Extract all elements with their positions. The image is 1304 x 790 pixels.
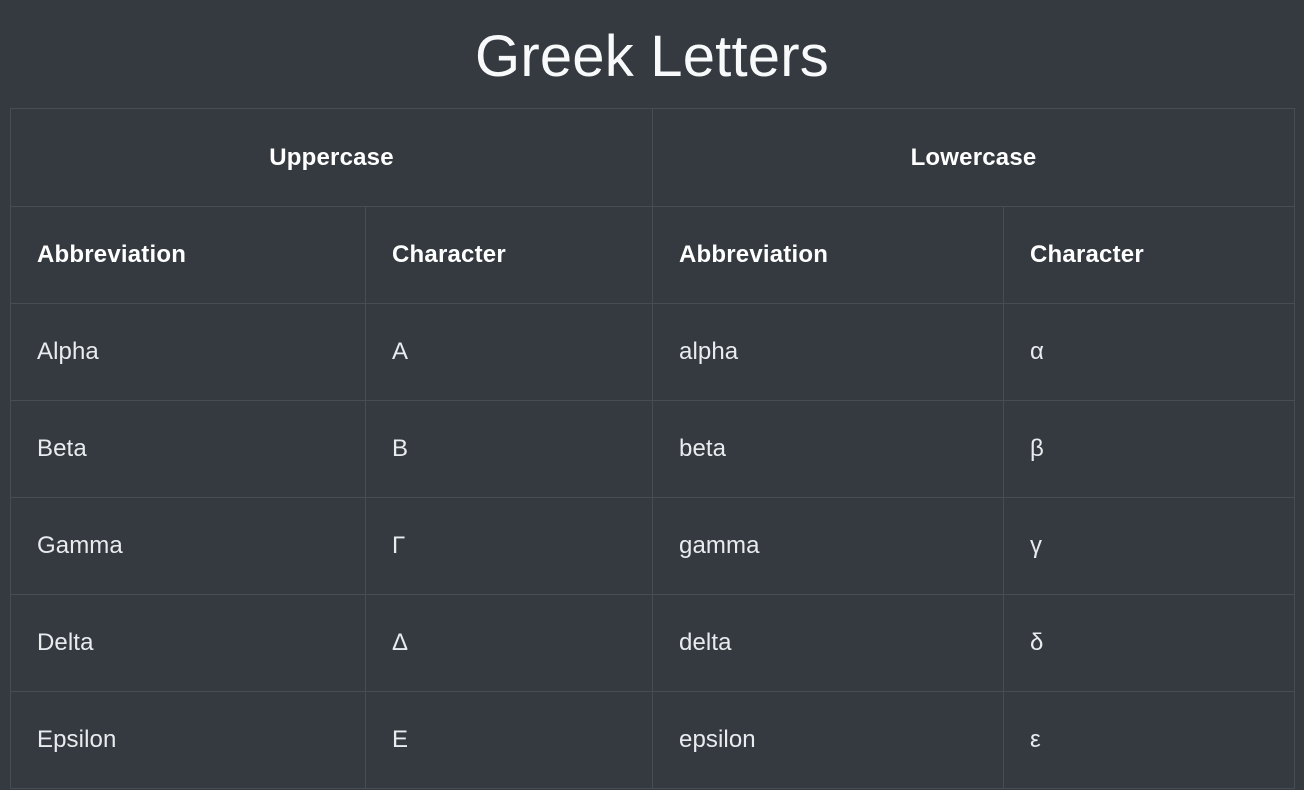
cell-lowercase-abbreviation: gamma bbox=[652, 497, 1004, 595]
column-header-uppercase-abbreviation: Abbreviation bbox=[10, 206, 366, 304]
greek-letters-table: Uppercase Lowercase Abbreviation Charact… bbox=[10, 108, 1295, 789]
cell-lowercase-character: α bbox=[1003, 303, 1295, 401]
cell-lowercase-character: δ bbox=[1003, 594, 1295, 692]
table-row: Gamma Γ gamma γ bbox=[10, 497, 1295, 595]
table-container: Uppercase Lowercase Abbreviation Charact… bbox=[0, 108, 1304, 789]
cell-lowercase-character: ε bbox=[1003, 691, 1295, 789]
group-header-row: Uppercase Lowercase bbox=[10, 108, 1295, 207]
table-row: Delta Δ delta δ bbox=[10, 594, 1295, 692]
cell-lowercase-character: β bbox=[1003, 400, 1295, 498]
cell-lowercase-abbreviation: delta bbox=[652, 594, 1004, 692]
table-head: Uppercase Lowercase Abbreviation Charact… bbox=[10, 108, 1295, 304]
column-header-row: Abbreviation Character Abbreviation Char… bbox=[10, 206, 1295, 304]
cell-lowercase-abbreviation: beta bbox=[652, 400, 1004, 498]
table-row: Beta Β beta β bbox=[10, 400, 1295, 498]
cell-uppercase-character: Α bbox=[365, 303, 653, 401]
cell-uppercase-abbreviation: Delta bbox=[10, 594, 366, 692]
page-root: Greek Letters Uppercase Lowercase Abbrev… bbox=[0, 0, 1304, 790]
group-header-uppercase: Uppercase bbox=[10, 108, 653, 207]
column-header-lowercase-character: Character bbox=[1003, 206, 1295, 304]
cell-lowercase-character: γ bbox=[1003, 497, 1295, 595]
cell-uppercase-character: Β bbox=[365, 400, 653, 498]
cell-uppercase-abbreviation: Gamma bbox=[10, 497, 366, 595]
cell-uppercase-character: Ε bbox=[365, 691, 653, 789]
page-title: Greek Letters bbox=[475, 24, 829, 89]
table-row: Alpha Α alpha α bbox=[10, 303, 1295, 401]
column-header-lowercase-abbreviation: Abbreviation bbox=[652, 206, 1004, 304]
cell-uppercase-character: Γ bbox=[365, 497, 653, 595]
cell-uppercase-abbreviation: Beta bbox=[10, 400, 366, 498]
cell-lowercase-abbreviation: epsilon bbox=[652, 691, 1004, 789]
cell-uppercase-abbreviation: Epsilon bbox=[10, 691, 366, 789]
cell-uppercase-abbreviation: Alpha bbox=[10, 303, 366, 401]
cell-lowercase-abbreviation: alpha bbox=[652, 303, 1004, 401]
cell-uppercase-character: Δ bbox=[365, 594, 653, 692]
column-header-uppercase-character: Character bbox=[365, 206, 653, 304]
table-row: Epsilon Ε epsilon ε bbox=[10, 691, 1295, 789]
group-header-lowercase: Lowercase bbox=[652, 108, 1295, 207]
table-body: Alpha Α alpha α Beta Β beta β Gamma Γ ga… bbox=[10, 303, 1295, 789]
